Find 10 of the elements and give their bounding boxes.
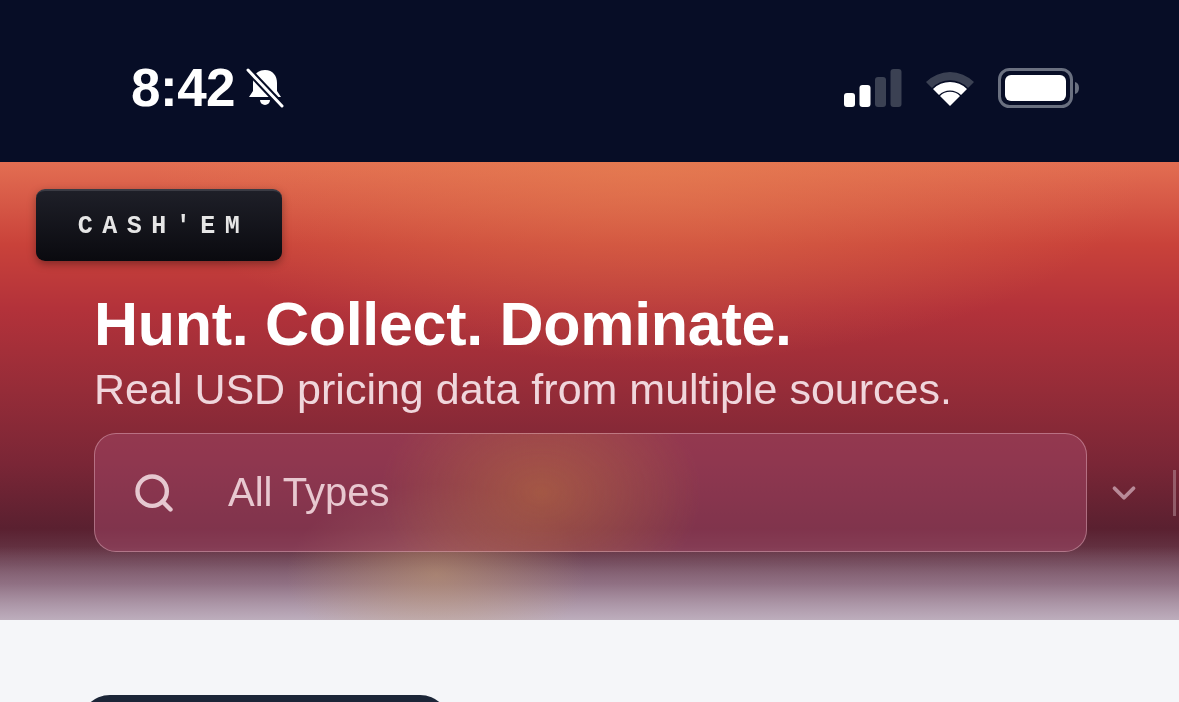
search-field[interactable]: All Types bbox=[94, 433, 1087, 552]
logo: CASH'EM bbox=[36, 189, 282, 261]
status-time: 8:42 bbox=[131, 58, 236, 118]
hero-subtitle: Real USD pricing data from multiple sources. bbox=[94, 364, 952, 415]
bell-off-icon bbox=[245, 67, 286, 109]
battery-icon bbox=[998, 68, 1080, 108]
wifi-icon bbox=[924, 69, 976, 107]
signal-icon bbox=[844, 69, 902, 107]
hero-heading: Hunt. Collect. Dominate. bbox=[94, 289, 792, 359]
search-icon bbox=[132, 471, 176, 515]
